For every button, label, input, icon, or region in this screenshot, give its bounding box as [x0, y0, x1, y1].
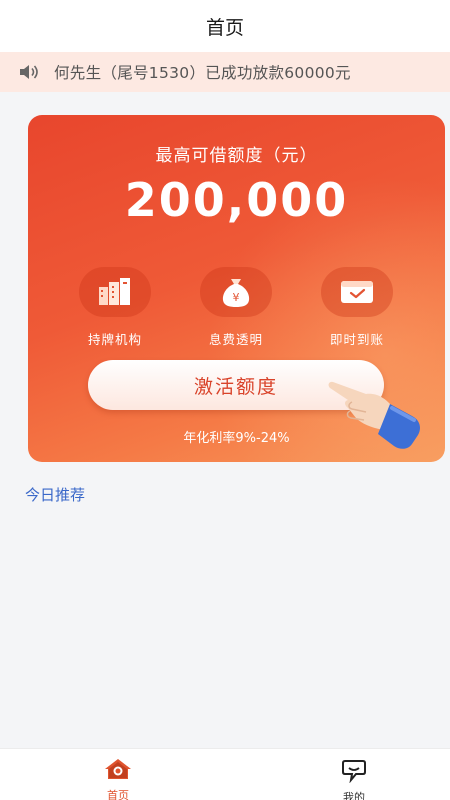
page-title: 首页 [205, 16, 244, 39]
feature-instant-arrival: 即时到账 [307, 267, 407, 348]
tab-label: 首页 [107, 789, 129, 800]
today-recommend-title[interactable]: 今日推荐 [25, 484, 85, 505]
building-icon [99, 278, 130, 305]
bottom-tabbar: 首页 我的 [0, 748, 450, 800]
tab-home[interactable]: 首页 [78, 757, 158, 800]
speaker-icon [20, 65, 38, 79]
feature-label: 息费透明 [208, 332, 263, 347]
top-navbar: 首页 [0, 0, 450, 52]
limit-label: 最高可借额度（元） [155, 146, 318, 166]
limit-amount: 200,000 [124, 173, 349, 227]
home-icon [105, 759, 131, 779]
feature-label: 持牌机构 [87, 332, 142, 347]
tab-mine[interactable]: 我的 [314, 757, 394, 800]
envelope-check-icon [341, 281, 373, 303]
svg-text:¥: ¥ [233, 291, 240, 304]
tab-label: 我的 [343, 791, 365, 800]
pointing-hand-icon [328, 381, 420, 449]
feature-label: 即时到账 [329, 332, 384, 347]
notice-bar[interactable]: 何先生（尾号1530）已成功放款60000元 [0, 52, 450, 92]
feature-licensed: 持牌机构 [65, 267, 165, 348]
user-icon [342, 760, 366, 784]
money-bag-icon: ¥ [222, 279, 250, 307]
notice-text: 何先生（尾号1530）已成功放款60000元 [54, 64, 351, 82]
feature-transparent-fee: ¥ 息费透明 [186, 267, 286, 348]
